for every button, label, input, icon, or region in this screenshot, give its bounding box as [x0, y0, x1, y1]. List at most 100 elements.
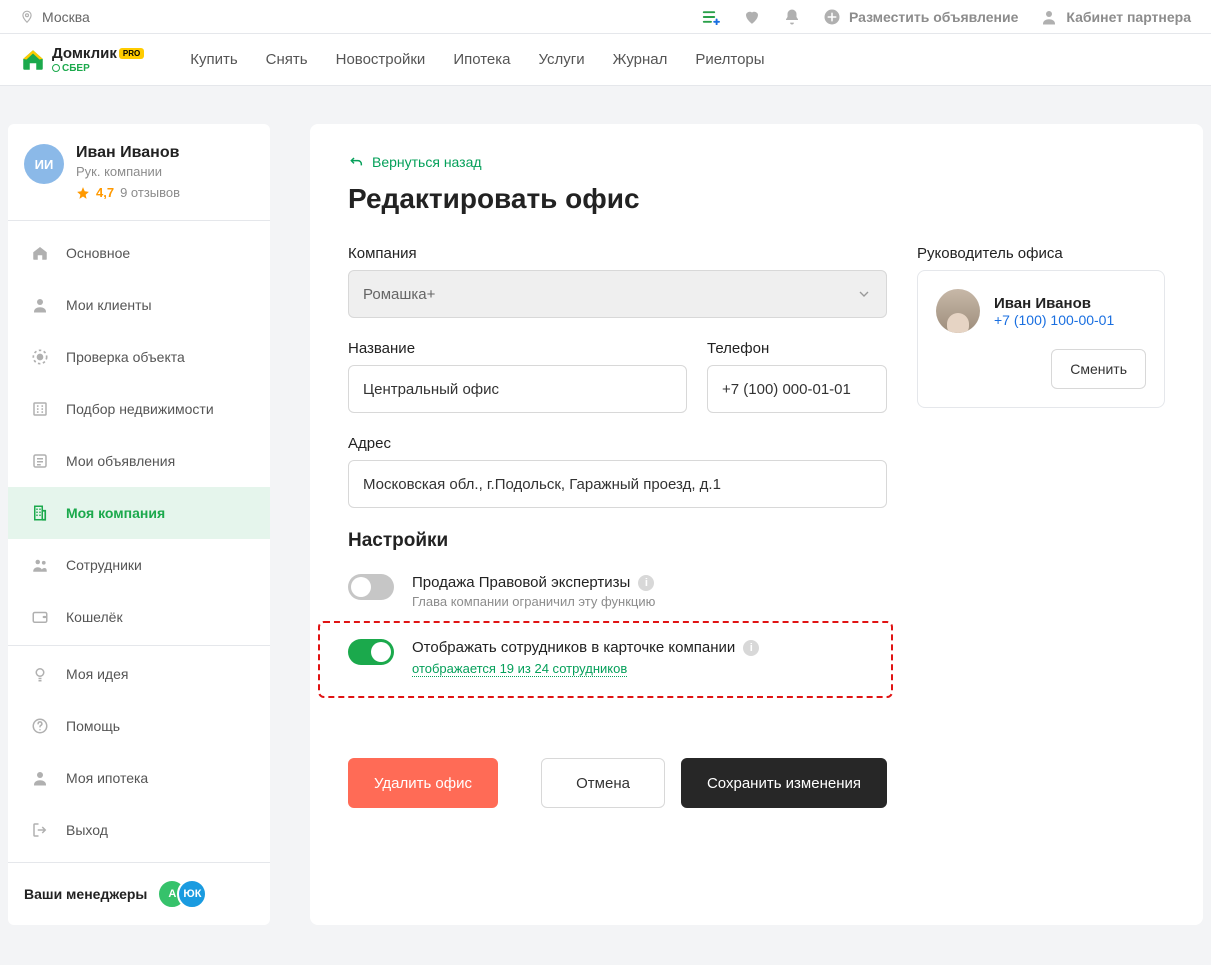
sidebar-item-11[interactable]: Моя ипотека: [8, 752, 270, 804]
company-label: Компания: [348, 245, 887, 262]
nav-buy[interactable]: Купить: [190, 51, 237, 68]
home-icon: [30, 243, 50, 263]
phone-input[interactable]: [707, 365, 887, 413]
post-ad-link[interactable]: Разместить объявление: [823, 8, 1018, 26]
sidebar-item-label: Основное: [66, 245, 130, 261]
sidebar-item-7[interactable]: Кошелёк: [8, 591, 270, 643]
sidebar-item-label: Моя идея: [66, 666, 128, 682]
page-title: Редактировать офис: [348, 183, 1165, 215]
sidebar-item-label: Помощь: [66, 718, 120, 734]
info-icon[interactable]: i: [743, 640, 759, 656]
nav-services[interactable]: Услуги: [539, 51, 585, 68]
nav-realtors[interactable]: Риелторы: [695, 51, 764, 68]
sidebar-item-3[interactable]: Подбор недвижимости: [8, 383, 270, 435]
logo-mark-icon: [20, 47, 46, 73]
avatar: ИИ: [24, 144, 64, 184]
sidebar-item-1[interactable]: Мои клиенты: [8, 279, 270, 331]
help-icon: [30, 716, 50, 736]
sidebar-item-label: Подбор недвижимости: [66, 401, 214, 417]
nav-rent[interactable]: Снять: [266, 51, 308, 68]
toggle-employees-label: Отображать сотрудников в карточке компан…: [412, 639, 735, 656]
manager-phone[interactable]: +7 (100) 100-00-01: [994, 312, 1114, 328]
toggle-legal-sub: Глава компании ограничил эту функцию: [412, 594, 655, 609]
sidebar-item-10[interactable]: Помощь: [8, 700, 270, 752]
toggle-show-employees: Отображать сотрудников в карточке компан…: [348, 633, 863, 682]
sidebar-item-label: Кошелёк: [66, 609, 123, 625]
plus-circle-icon: [823, 8, 841, 26]
name-label: Название: [348, 340, 687, 357]
building-icon: [30, 399, 50, 419]
toggle-employees-switch[interactable]: [348, 639, 394, 665]
city-selector[interactable]: Москва: [42, 9, 90, 25]
exit-icon: [30, 820, 50, 840]
sidebar-item-label: Моя ипотека: [66, 770, 148, 786]
partner-cabinet-link[interactable]: Кабинет партнера: [1040, 8, 1191, 26]
settings-heading: Настройки: [348, 530, 887, 552]
phone-label: Телефон: [707, 340, 887, 357]
nav-journal[interactable]: Журнал: [613, 51, 668, 68]
compare-icon[interactable]: [701, 9, 721, 25]
nav-mortgage[interactable]: Ипотека: [453, 51, 510, 68]
profile-block: ИИ Иван Иванов Рук. компании 4,7 9 отзыв…: [8, 124, 270, 221]
toggle-legal-switch[interactable]: [348, 574, 394, 600]
user-icon: [1040, 8, 1058, 26]
manager-portrait: [936, 289, 980, 333]
save-button[interactable]: Сохранить изменения: [681, 758, 887, 808]
name-input[interactable]: [348, 365, 687, 413]
logo[interactable]: ДомкликPRO СБЕР: [20, 46, 144, 74]
people-icon: [30, 555, 50, 575]
toggle-legal-expertise: Продажа Правовой экспертизы i Глава комп…: [348, 568, 887, 615]
post-ad-label: Разместить объявление: [849, 9, 1018, 25]
employees-shown-link[interactable]: отображается 19 из 24 сотрудников: [412, 661, 627, 677]
sidebar-item-label: Мои объявления: [66, 453, 175, 469]
list-icon: [30, 451, 50, 471]
wallet-icon: [30, 607, 50, 627]
cancel-button[interactable]: Отмена: [541, 758, 665, 808]
change-manager-button[interactable]: Сменить: [1051, 349, 1146, 389]
sidebar-item-6[interactable]: Сотрудники: [8, 539, 270, 591]
manager-avatar[interactable]: ЮК: [177, 879, 207, 909]
sidebar-item-label: Мои клиенты: [66, 297, 152, 313]
toggle-legal-label: Продажа Правовой экспертизы: [412, 574, 630, 591]
rating-value: 4,7: [96, 185, 114, 200]
user-icon: [30, 295, 50, 315]
back-link-label: Вернуться назад: [372, 154, 482, 170]
highlighted-toggle-callout: Отображать сотрудников в карточке компан…: [318, 621, 893, 698]
star-icon: [76, 186, 90, 200]
bell-icon[interactable]: [783, 8, 801, 26]
bulb-icon: [30, 664, 50, 684]
back-link[interactable]: Вернуться назад: [348, 154, 482, 170]
check-icon: [30, 347, 50, 367]
sidebar-item-label: Сотрудники: [66, 557, 142, 573]
sidebar-item-label: Проверка объекта: [66, 349, 185, 365]
sidebar-item-0[interactable]: Основное: [8, 227, 270, 279]
profile-role: Рук. компании: [76, 164, 180, 179]
delete-office-button[interactable]: Удалить офис: [348, 758, 498, 808]
partner-cabinet-label: Кабинет партнера: [1066, 9, 1191, 25]
company-icon: [30, 503, 50, 523]
managers-label: Ваши менеджеры: [24, 886, 147, 902]
logo-badge: PRO: [119, 48, 144, 59]
managers-avatars[interactable]: АЮК: [157, 879, 207, 909]
sidebar-item-2[interactable]: Проверка объекта: [8, 331, 270, 383]
sidebar-item-9[interactable]: Моя идея: [8, 648, 270, 700]
sidebar-item-label: Моя компания: [66, 505, 165, 521]
sidebar-item-label: Выход: [66, 822, 108, 838]
bank-icon: [30, 768, 50, 788]
nav-newbuild[interactable]: Новостройки: [336, 51, 426, 68]
logo-sub: СБЕР: [62, 63, 90, 74]
address-label: Адрес: [348, 435, 887, 452]
reviews-count[interactable]: 9 отзывов: [120, 185, 180, 200]
heart-icon[interactable]: [743, 8, 761, 26]
info-icon[interactable]: i: [638, 575, 654, 591]
sidebar-item-5[interactable]: Моя компания: [8, 487, 270, 539]
sidebar-item-4[interactable]: Мои объявления: [8, 435, 270, 487]
company-value: Ромашка+: [363, 286, 435, 303]
sidebar-item-12[interactable]: Выход: [8, 804, 270, 856]
company-select[interactable]: Ромашка+: [348, 270, 887, 318]
back-arrow-icon: [348, 154, 364, 170]
logo-name: Домклик: [52, 45, 117, 62]
manager-name: Иван Иванов: [994, 295, 1114, 312]
address-input[interactable]: [348, 460, 887, 508]
profile-name: Иван Иванов: [76, 144, 180, 162]
